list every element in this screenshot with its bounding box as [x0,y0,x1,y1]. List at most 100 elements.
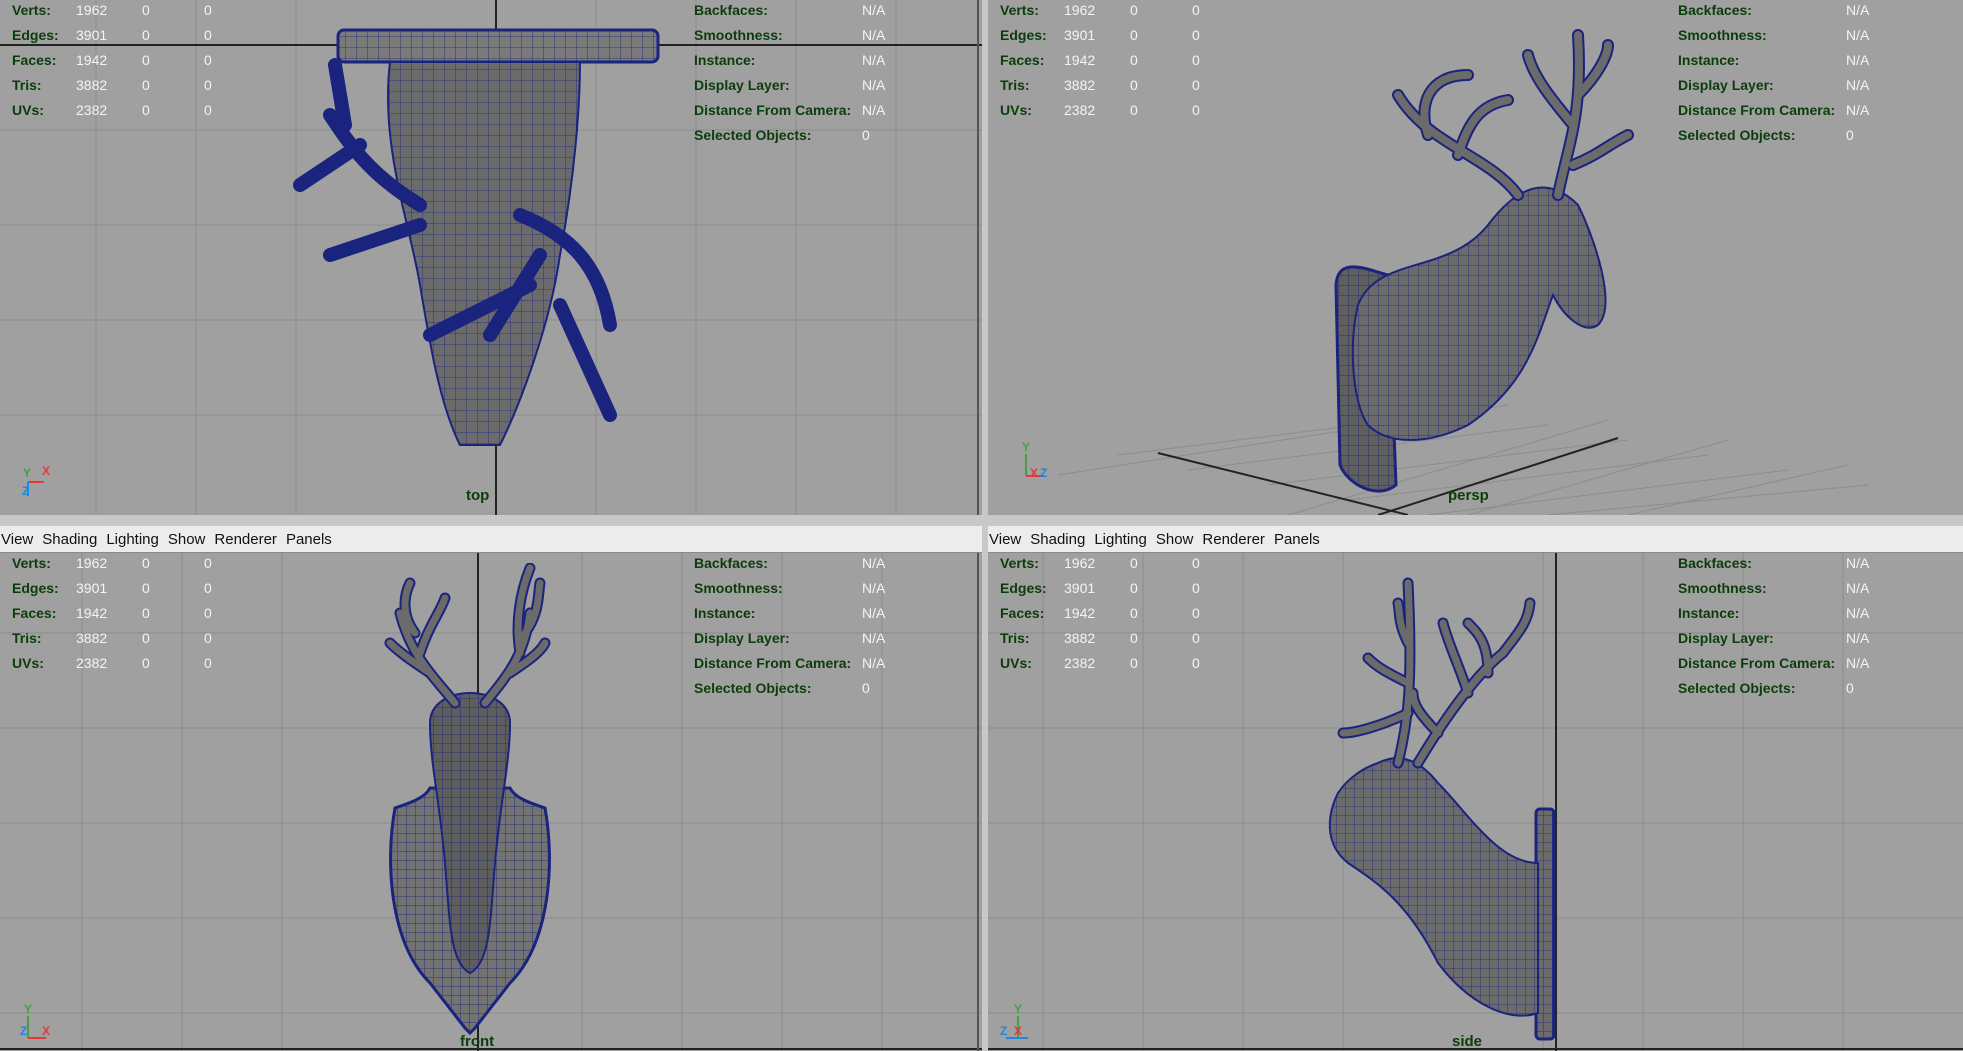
menu-renderer[interactable]: Renderer [1202,531,1274,548]
menu-show[interactable]: Show [1156,531,1203,548]
hud-info-value: N/A [862,27,886,43]
hud-info-row: Smoothness: N/A [694,576,885,601]
hud-stat-value: 0 [1192,27,1200,43]
axis-indicator-top: Y X Z [20,462,60,502]
hud-stat-row: UVs: 2382 0 0 [12,651,244,676]
hud-info-value: 0 [862,680,870,696]
hud-info-row: Display Layer: N/A [694,73,885,98]
hud-stat-value: 0 [1192,102,1200,118]
hud-stat-value: 0 [204,580,212,596]
deer-model-persp[interactable] [1318,15,1638,505]
hud-stat-value: 0 [1130,77,1138,93]
hud-stat-label: Tris: [12,77,42,93]
hud-info-value: 0 [1846,680,1854,696]
hud-stat-value: 0 [142,605,150,621]
hud-info-value: N/A [1846,2,1870,18]
hud-info-value: N/A [1846,102,1870,118]
hud-stat-value: 1942 [1064,605,1096,621]
hud-stat-row: Faces: 1942 0 0 [1000,48,1232,73]
hud-stat-label: Verts: [12,555,51,571]
viewport-front[interactable]: Verts: 1962 0 0 Edges: 3901 0 0 Faces: 1942 0 0 Tris… [0,553,982,1051]
viewport-panel-front[interactable]: View Shading Lighting Show Renderer Panels [0,526,982,1051]
axis-indicator-side: Y X Z [1000,1002,1040,1048]
hud-info-row: Selected Objects: 0 [694,123,885,148]
object-info-hud: Backfaces: N/A Smoothness: N/A Instance: N/A D… [694,551,885,701]
hud-info-value: N/A [1846,580,1870,596]
hud-stat-value: 3901 [1064,580,1096,596]
menu-renderer[interactable]: Renderer [214,531,286,548]
hud-info-label: Selected Objects: [694,127,812,143]
hud-info-value: N/A [1846,27,1870,43]
hud-stat-value: 0 [204,27,212,43]
hud-stat-value: 3882 [1064,77,1096,93]
hud-info-row: Backfaces: N/A [1678,0,1869,23]
menu-shading[interactable]: Shading [42,531,106,548]
hud-stat-value: 1942 [76,605,108,621]
camera-label-persp: persp [1448,487,1489,504]
deer-model-front[interactable] [370,563,570,1043]
hud-info-label: Instance: [694,605,756,621]
hud-info-row: Distance From Camera: N/A [694,98,885,123]
hud-stat-value: 0 [1192,630,1200,646]
hud-stat-value: 1962 [1064,2,1096,18]
hud-info-label: Distance From Camera: [1678,102,1836,118]
viewport-panel-side[interactable]: View Shading Lighting Show Renderer Panels [988,526,1963,1051]
hud-stat-value: 1962 [76,555,108,571]
deer-model-side[interactable] [1318,563,1578,1043]
hud-stat-label: UVs: [1000,102,1032,118]
hud-info-row: Display Layer: N/A [694,626,885,651]
hud-info-row: Backfaces: N/A [1678,551,1869,576]
viewport-persp[interactable]: Verts: 1962 0 0 Edges: 3901 0 0 Faces: 1942 0 0 Tris… [988,0,1963,515]
hud-stat-value: 0 [1130,2,1138,18]
menu-view[interactable]: View [988,531,1030,548]
panel-divider-horizontal[interactable] [0,515,1963,526]
hud-info-value: 0 [1846,127,1854,143]
panel-menubar: View Shading Lighting Show Renderer Panels [0,526,982,553]
hud-stat-value: 0 [1130,605,1138,621]
poly-count-hud: Verts: 1962 0 0 Edges: 3901 0 0 Faces: 1942 0 0 Tris… [12,551,244,676]
hud-info-label: Instance: [1678,605,1740,621]
poly-count-hud: Verts: 1962 0 0 Edges: 3901 0 0 Faces: 1942 0 0 Tris… [12,0,244,123]
menu-shading[interactable]: Shading [1030,531,1094,548]
hud-stat-value: 0 [142,2,150,18]
hud-stat-value: 0 [1192,77,1200,93]
viewport-side[interactable]: Verts: 1962 0 0 Edges: 3901 0 0 Faces: 1942 0 0 Tris… [988,553,1963,1051]
hud-info-row: Display Layer: N/A [1678,73,1869,98]
menu-view[interactable]: View [0,531,42,548]
hud-info-row: Smoothness: N/A [1678,576,1869,601]
menu-show[interactable]: Show [168,531,215,548]
hud-stat-value: 0 [1192,580,1200,596]
menu-panels[interactable]: Panels [1274,531,1329,548]
viewport-top[interactable]: Verts: 1962 0 0 Edges: 3901 0 0 Faces: 1942 0 0 Tris… [0,0,982,515]
hud-info-value: N/A [862,630,886,646]
hud-stat-label: UVs: [1000,655,1032,671]
hud-stat-value: 0 [204,102,212,118]
hud-info-label: Display Layer: [1678,630,1774,646]
hud-stat-value: 0 [142,52,150,68]
hud-stat-label: Faces: [12,52,57,68]
hud-stat-label: Edges: [1000,27,1047,43]
hud-stat-value: 3901 [76,27,108,43]
hud-info-label: Selected Objects: [694,680,812,696]
viewport-panel-persp[interactable]: Verts: 1962 0 0 Edges: 3901 0 0 Faces: 1942 0 0 Tris… [988,0,1963,515]
hud-stat-value: 0 [142,555,150,571]
camera-label-front: front [460,1033,495,1050]
hud-stat-value: 0 [1130,102,1138,118]
axis-label-y: Y [24,1002,33,1016]
menu-lighting[interactable]: Lighting [106,531,168,548]
hud-stat-value: 1942 [76,52,108,68]
hud-stat-value: 1962 [1064,555,1096,571]
hud-stat-label: UVs: [12,102,44,118]
hud-info-row: Smoothness: N/A [694,23,885,48]
viewport-panel-top[interactable]: Verts: 1962 0 0 Edges: 3901 0 0 Faces: 1942 0 0 Tris… [0,0,982,515]
menu-panels[interactable]: Panels [286,531,341,548]
hud-stat-value: 0 [204,555,212,571]
hud-info-label: Display Layer: [694,630,790,646]
axis-indicator-persp: Y X Z [1018,440,1058,488]
hud-info-row: Smoothness: N/A [1678,23,1869,48]
axis-label-y: Y [23,466,32,480]
hud-info-label: Smoothness: [694,580,783,596]
menu-lighting[interactable]: Lighting [1094,531,1156,548]
deer-model-top[interactable] [290,25,670,465]
hud-info-value: N/A [1846,52,1870,68]
